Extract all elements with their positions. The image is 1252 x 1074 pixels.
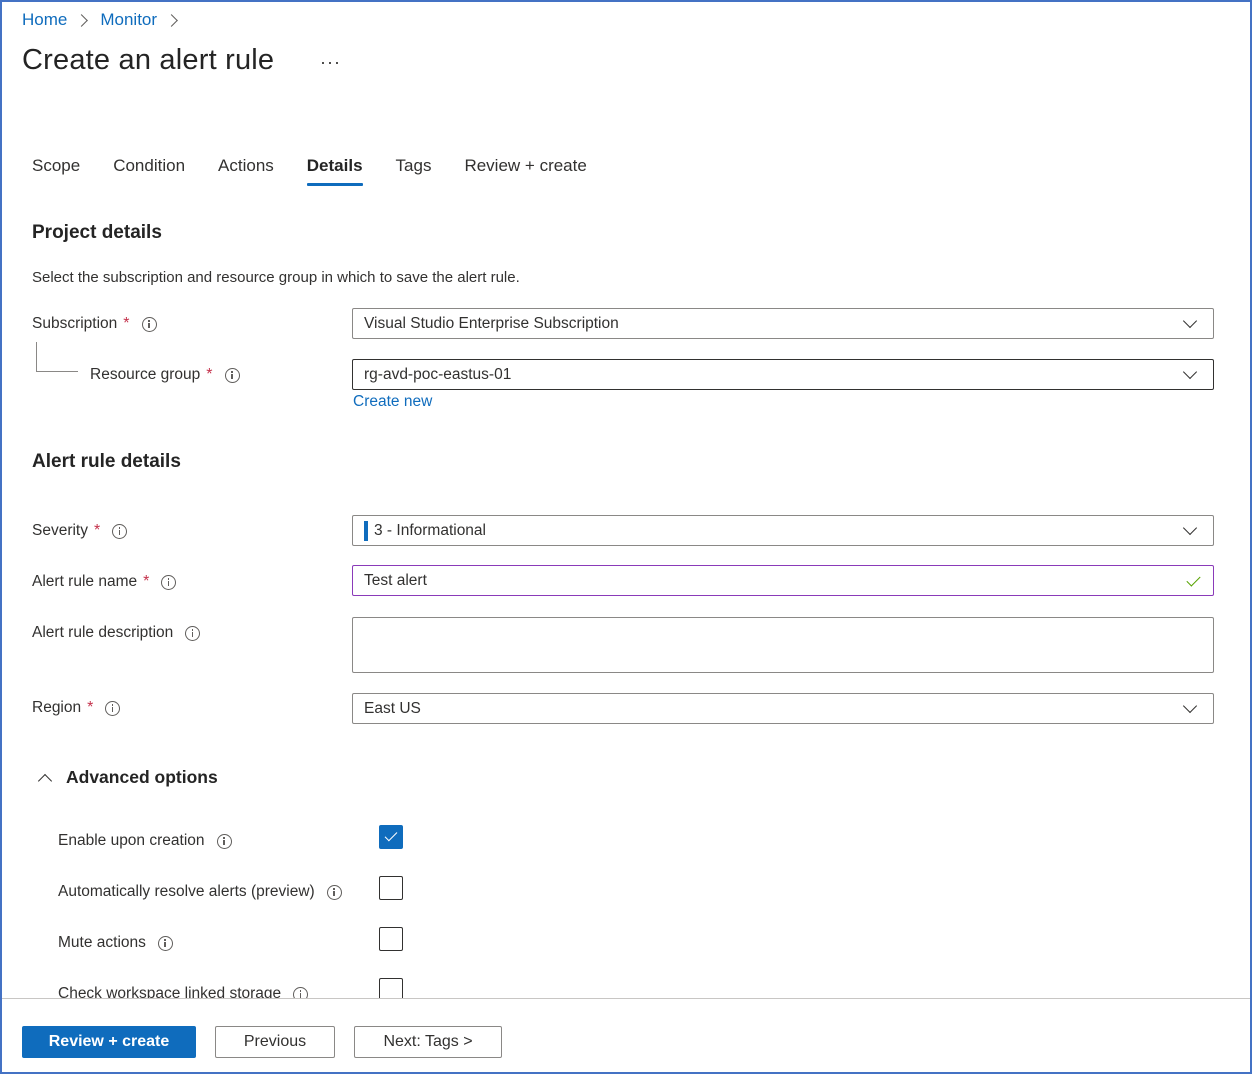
region-value: East US [364, 699, 421, 717]
chevron-down-icon [1182, 364, 1198, 380]
severity-label-text: Severity [32, 522, 88, 539]
info-icon[interactable] [105, 700, 121, 716]
info-icon[interactable] [141, 316, 157, 332]
region-label-text: Region [32, 699, 82, 716]
required-marker: * [94, 522, 101, 539]
tab-bar: Scope Condition Actions Details Tags Rev… [32, 152, 620, 186]
severity-color-bar [364, 520, 368, 541]
create-new-link[interactable]: Create new [353, 393, 432, 411]
alert-rule-name-input[interactable]: Test alert [352, 565, 1214, 596]
subscription-label: Subscription * [32, 315, 157, 333]
breadcrumb-home[interactable]: Home [22, 10, 67, 30]
info-icon[interactable] [185, 625, 201, 641]
severity-value: 3 - Informational [374, 521, 486, 539]
required-marker: * [87, 699, 94, 716]
auto-resolve-text: Automatically resolve alerts (preview) [58, 883, 315, 900]
info-icon[interactable] [112, 523, 128, 539]
chevron-right-icon [165, 13, 178, 27]
tab-details[interactable]: Details [306, 152, 363, 186]
subscription-value: Visual Studio Enterprise Subscription [364, 314, 619, 332]
project-details-description: Select the subscription and resource gro… [32, 269, 520, 286]
mute-actions-label: Mute actions [58, 934, 173, 952]
alert-rule-description-textarea[interactable] [352, 617, 1214, 673]
region-dropdown[interactable]: East US [352, 693, 1214, 724]
required-marker: * [206, 366, 213, 383]
advanced-options-toggle[interactable]: Advanced options [37, 767, 218, 788]
chevron-down-icon [1182, 698, 1198, 714]
resource-group-dropdown[interactable]: rg-avd-poc-eastus-01 [352, 359, 1214, 390]
alert-rule-description-label: Alert rule description [32, 624, 201, 642]
resource-group-label: Resource group * [90, 366, 240, 384]
info-icon[interactable] [161, 574, 177, 590]
checkmark-icon [384, 828, 398, 842]
info-icon[interactable] [157, 935, 173, 951]
subscription-label-text: Subscription [32, 315, 118, 332]
alert-rule-name-value: Test alert [364, 571, 427, 589]
previous-button[interactable]: Previous [215, 1026, 335, 1058]
required-marker: * [123, 315, 130, 332]
tab-review-create[interactable]: Review + create [464, 152, 586, 186]
region-label: Region * [32, 699, 121, 717]
breadcrumb-monitor[interactable]: Monitor [100, 10, 157, 30]
more-options-icon[interactable]: ··· [320, 52, 341, 73]
alert-rule-name-label-text: Alert rule name [32, 573, 138, 590]
page-title: Create an alert rule [22, 44, 275, 76]
tab-condition[interactable]: Condition [113, 152, 185, 186]
advanced-options-title: Advanced options [66, 767, 218, 787]
subscription-dropdown[interactable]: Visual Studio Enterprise Subscription [352, 308, 1214, 339]
mute-actions-checkbox[interactable] [379, 927, 403, 951]
enable-upon-creation-label: Enable upon creation [58, 832, 232, 850]
next-tags-button[interactable]: Next: Tags > [354, 1026, 502, 1058]
severity-label: Severity * [32, 522, 128, 540]
resource-group-value: rg-avd-poc-eastus-01 [364, 365, 512, 383]
footer-bar: Review + create Previous Next: Tags > [2, 998, 1250, 1072]
app-window: Home Monitor Create an alert rule ··· Sc… [0, 0, 1252, 1074]
required-marker: * [143, 573, 150, 590]
tab-tags[interactable]: Tags [396, 152, 432, 186]
tab-actions[interactable]: Actions [218, 152, 274, 186]
tree-connector [36, 342, 78, 372]
mute-actions-text: Mute actions [58, 934, 146, 951]
severity-dropdown[interactable]: 3 - Informational [352, 515, 1214, 546]
chevron-up-icon [37, 773, 53, 788]
breadcrumb: Home Monitor [22, 10, 190, 30]
chevron-down-icon [1182, 520, 1198, 536]
project-details-heading: Project details [32, 222, 162, 243]
checkmark-icon [1186, 572, 1201, 587]
chevron-down-icon [1182, 313, 1198, 329]
auto-resolve-label: Automatically resolve alerts (preview) [58, 883, 342, 901]
auto-resolve-checkbox[interactable] [379, 876, 403, 900]
tab-scope[interactable]: Scope [32, 152, 80, 186]
alert-rule-name-label: Alert rule name * [32, 573, 177, 591]
info-icon[interactable] [224, 367, 240, 383]
enable-upon-creation-checkbox[interactable] [379, 825, 403, 849]
info-icon[interactable] [326, 884, 342, 900]
alert-rule-details-heading: Alert rule details [32, 451, 181, 472]
resource-group-label-text: Resource group [90, 366, 201, 383]
chevron-right-icon [75, 13, 89, 27]
info-icon[interactable] [216, 833, 232, 849]
enable-upon-creation-text: Enable upon creation [58, 832, 205, 849]
review-create-button[interactable]: Review + create [22, 1026, 196, 1058]
alert-rule-description-label-text: Alert rule description [32, 624, 174, 641]
